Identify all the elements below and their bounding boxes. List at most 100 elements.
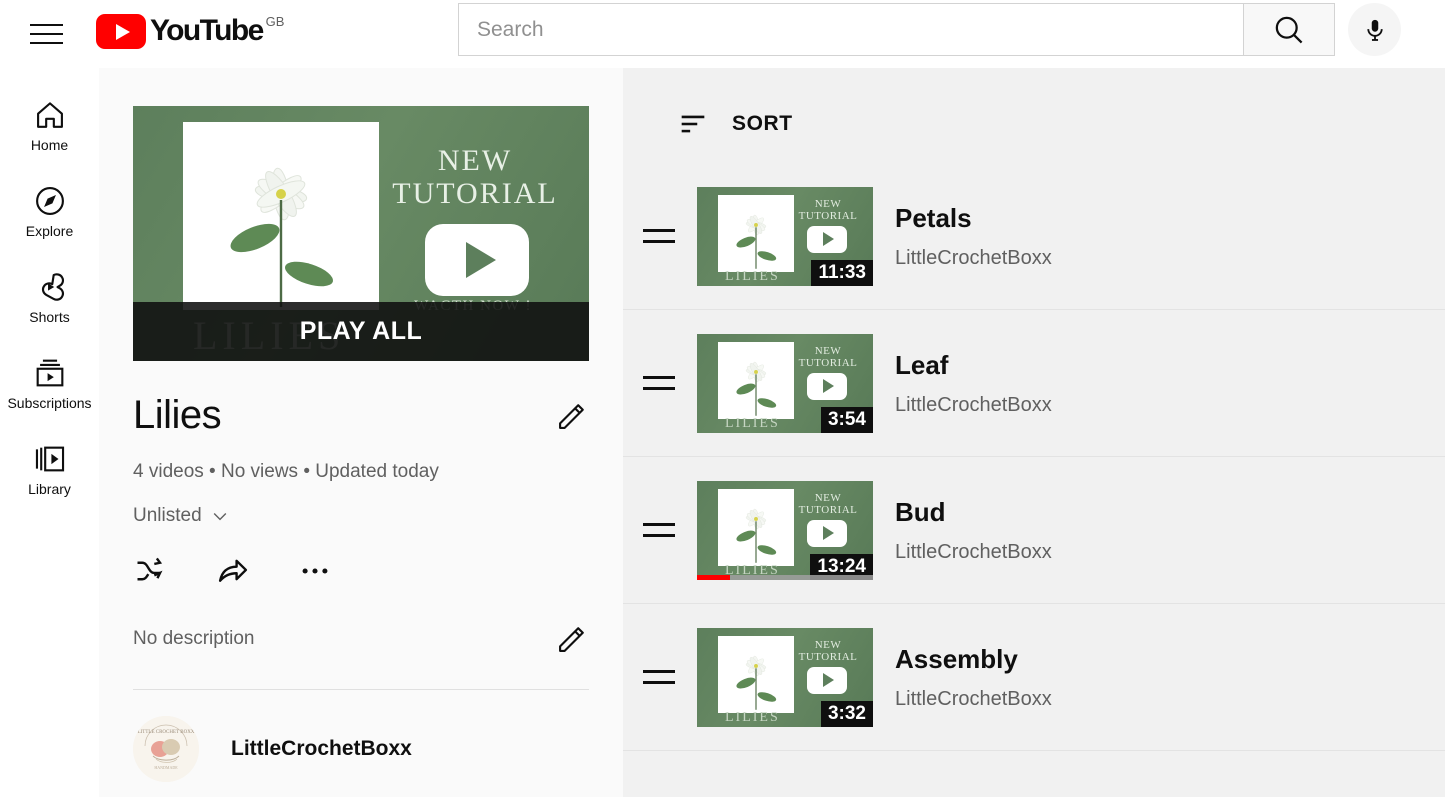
sidebar-item-shorts[interactable]: Shorts xyxy=(0,254,99,340)
hamburger-line xyxy=(30,42,63,44)
cover-heading-line-1: NEW xyxy=(375,144,575,177)
divider xyxy=(133,689,589,690)
video-channel-name[interactable]: LittleCrochetBoxx xyxy=(895,247,1052,270)
edit-playlist-title-button[interactable] xyxy=(555,399,589,433)
thumbnail-brand-text: LILIES xyxy=(725,710,780,726)
thumbnail-heading-line-1: NEW xyxy=(789,198,867,210)
chevron-down-icon xyxy=(210,506,230,526)
thumbnail-heading-line-2: TUTORIAL xyxy=(789,357,867,369)
lily-flower-illustration xyxy=(718,195,794,272)
share-arrow-icon xyxy=(215,553,251,589)
top-header-bar: YouTube GB xyxy=(0,0,1445,68)
sidebar-item-subscriptions[interactable]: Subscriptions xyxy=(0,340,99,426)
home-icon xyxy=(33,98,67,132)
video-title[interactable]: Assembly xyxy=(895,644,1052,675)
drag-handle[interactable] xyxy=(643,670,679,684)
video-thumbnail[interactable]: NEW TUTORIAL LILIES 3:54 xyxy=(697,334,873,433)
thumbnail-heading-line-2: TUTORIAL xyxy=(789,504,867,516)
voice-search-button[interactable] xyxy=(1348,3,1401,56)
more-options-button[interactable] xyxy=(297,553,333,589)
video-title[interactable]: Petals xyxy=(895,203,1052,234)
video-thumbnail[interactable]: NEW TUTORIAL LILIES 13:24 xyxy=(697,481,873,580)
lily-flower-illustration xyxy=(718,636,794,713)
playlist-channel-link[interactable]: LITTLE CROCHET BOXX HANDMADE LittleCroch… xyxy=(133,716,589,782)
thumbnail-play-badge-icon xyxy=(807,667,847,694)
playlist-privacy-label: Unlisted xyxy=(133,505,202,527)
thumbnail-play-badge-icon xyxy=(807,226,847,253)
table-row[interactable]: NEW TUTORIAL LILIES 13:24 Bud LittleCroc… xyxy=(623,457,1445,604)
video-info: Petals LittleCrochetBoxx xyxy=(895,203,1052,270)
thumbnail-heading-line-1: NEW xyxy=(789,492,867,504)
table-row[interactable]: NEW TUTORIAL LILIES 3:32 Assembly Little… xyxy=(623,604,1445,751)
svg-text:HANDMADE: HANDMADE xyxy=(154,765,178,770)
drag-handle[interactable] xyxy=(643,523,679,537)
playlist-meta: 4 videos • No views • Updated today xyxy=(133,461,589,483)
youtube-logo[interactable]: YouTube GB xyxy=(96,12,284,50)
video-channel-name[interactable]: LittleCrochetBoxx xyxy=(895,394,1052,417)
video-title[interactable]: Leaf xyxy=(895,350,1052,381)
video-title[interactable]: Bud xyxy=(895,497,1052,528)
sidebar-item-label: Library xyxy=(28,482,71,496)
playlist-privacy-dropdown[interactable]: Unlisted xyxy=(133,505,230,527)
pencil-edit-icon xyxy=(555,399,589,433)
sort-button[interactable]: SORT xyxy=(623,68,793,141)
sidebar-item-explore[interactable]: Explore xyxy=(0,168,99,254)
video-duration-badge: 3:54 xyxy=(821,407,873,433)
thumbnail-heading-line-2: TUTORIAL xyxy=(789,651,867,663)
search-button[interactable] xyxy=(1243,3,1335,56)
video-info: Leaf LittleCrochetBoxx xyxy=(895,350,1052,417)
thumbnail-photo-frame xyxy=(718,342,794,419)
thumbnail-photo-frame xyxy=(718,195,794,272)
youtube-logo-text: YouTube xyxy=(150,12,263,50)
drag-handle[interactable] xyxy=(643,229,679,243)
thumbnail-brand-text: LILIES xyxy=(725,416,780,432)
microphone-icon xyxy=(1362,17,1388,43)
sidebar-item-home[interactable]: Home xyxy=(0,82,99,168)
hamburger-line xyxy=(30,33,63,35)
thumbnail-heading-line-1: NEW xyxy=(789,345,867,357)
three-dots-icon xyxy=(297,553,333,589)
video-info: Assembly LittleCrochetBoxx xyxy=(895,644,1052,711)
thumbnail-photo-frame xyxy=(718,636,794,713)
shuffle-button[interactable] xyxy=(133,553,169,589)
thumbnail-brand-text: LILIES xyxy=(725,269,780,285)
playlist-action-buttons xyxy=(133,553,589,589)
avatar: LITTLE CROCHET BOXX HANDMADE xyxy=(133,716,199,782)
video-thumbnail[interactable]: NEW TUTORIAL LILIES 11:33 xyxy=(697,187,873,286)
youtube-country-code: GB xyxy=(266,14,285,29)
sidebar-item-label: Explore xyxy=(26,224,73,238)
video-channel-name[interactable]: LittleCrochetBoxx xyxy=(895,541,1052,564)
hamburger-menu-icon[interactable] xyxy=(26,14,66,54)
search-icon xyxy=(1271,12,1307,48)
lily-flower-illustration xyxy=(183,122,379,310)
video-channel-name[interactable]: LittleCrochetBoxx xyxy=(895,688,1052,711)
youtube-play-icon xyxy=(96,14,146,49)
sidebar-item-label: Subscriptions xyxy=(7,396,91,410)
playlist-title-row: Lilies xyxy=(133,393,589,438)
thumbnail-heading-line-1: NEW xyxy=(789,639,867,651)
sidebar-item-library[interactable]: Library xyxy=(0,426,99,512)
video-thumbnail[interactable]: NEW TUTORIAL LILIES 3:32 xyxy=(697,628,873,727)
search-input[interactable] xyxy=(458,3,1243,56)
left-sidebar: Home Explore Shorts Subscriptions xyxy=(0,68,99,797)
table-row[interactable]: NEW TUTORIAL LILIES 11:33 Petals LittleC… xyxy=(623,163,1445,310)
drag-handle[interactable] xyxy=(643,376,679,390)
table-row[interactable]: NEW TUTORIAL LILIES 3:54 Leaf LittleCroc… xyxy=(623,310,1445,457)
subscriptions-icon xyxy=(33,356,67,390)
thumbnail-heading: NEW TUTORIAL xyxy=(789,198,867,222)
share-button[interactable] xyxy=(215,553,251,589)
compass-icon xyxy=(33,184,67,218)
lily-flower-illustration xyxy=(718,489,794,566)
shuffle-icon xyxy=(133,553,169,589)
shorts-icon xyxy=(33,270,67,304)
channel-avatar-logo: LITTLE CROCHET BOXX HANDMADE xyxy=(133,716,199,782)
edit-playlist-description-button[interactable] xyxy=(555,622,589,656)
video-list: NEW TUTORIAL LILIES 11:33 Petals LittleC… xyxy=(623,163,1445,751)
playlist-cover-play-all[interactable]: NEW TUTORIAL WACTH NOW ! LILIES PLAY ALL xyxy=(133,106,589,361)
sidebar-item-label: Shorts xyxy=(29,310,69,324)
svg-text:LITTLE CROCHET BOXX: LITTLE CROCHET BOXX xyxy=(138,730,195,735)
thumbnail-photo-frame xyxy=(718,489,794,566)
thumbnail-heading-line-2: TUTORIAL xyxy=(789,210,867,222)
library-icon xyxy=(33,442,67,476)
play-all-button[interactable]: PLAY ALL xyxy=(133,302,589,361)
